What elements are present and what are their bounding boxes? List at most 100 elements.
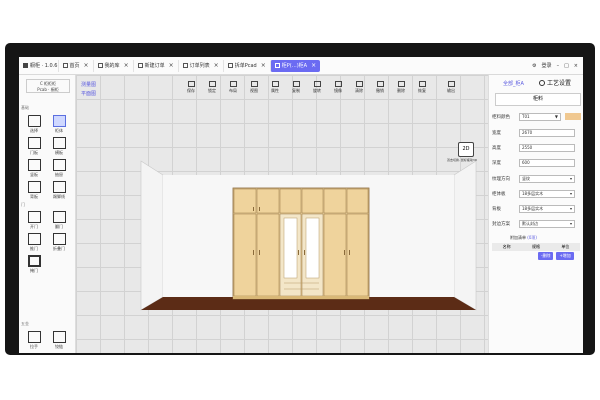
grain-select[interactable]: 竖纹 ▾: [519, 174, 575, 183]
cover-door-icon: [27, 255, 41, 267]
close-icon[interactable]: ×: [311, 62, 316, 69]
tool-vertical-board[interactable]: 竖板: [23, 159, 45, 178]
color-swatch[interactable]: [565, 113, 581, 120]
maximize-button[interactable]: □: [564, 63, 569, 69]
edge-select[interactable]: 默认封边 ▾: [519, 219, 575, 228]
toolbar-label: 属性: [271, 88, 279, 93]
close-icon[interactable]: ×: [84, 62, 89, 69]
toolbar-label: 撤销: [376, 88, 384, 93]
field-value: 18多层实木: [522, 190, 544, 196]
tab-home[interactable]: 首页 ×: [57, 59, 93, 72]
title-bar: 橱柜 · 1.0.6 首页 × 我的库 × 新建订单 × 订单列表 × 拆单Pcad × …: [19, 57, 583, 75]
gear-icon: [539, 79, 545, 86]
close-icon[interactable]: ×: [261, 62, 266, 69]
toolbar-export[interactable]: 输出: [444, 81, 458, 95]
tab-label: 我的库: [104, 63, 120, 69]
toolbar-mirror[interactable]: 镜像: [331, 81, 345, 95]
view-icon: [250, 81, 258, 87]
field-grain: 纹理方向 竖纹 ▾: [492, 174, 582, 183]
cursor-icon: [27, 115, 41, 127]
tool-cabinet[interactable]: 柜体: [48, 115, 70, 134]
tab-cabinet-design[interactable]: 柜P(…)柜A ×: [269, 59, 321, 72]
brand-logo: C 柜柜柜 Pcab · 橱柜: [26, 79, 70, 93]
tool-door-panel[interactable]: 门板: [23, 137, 45, 156]
field-label: 纹理方向: [492, 176, 510, 182]
tab-split-order[interactable]: 拆单Pcad ×: [222, 59, 270, 72]
open-door-icon: [27, 211, 41, 223]
add-row-button[interactable]: +增加: [556, 252, 574, 260]
horizontal-board-icon: [52, 137, 66, 149]
tab-label: 订单列表: [189, 63, 210, 69]
depth-input[interactable]: 600: [519, 158, 575, 167]
toolbar-label: 恢复: [418, 88, 426, 93]
material-button[interactable]: 柜料: [495, 93, 581, 106]
tool-label: 翻门: [55, 224, 63, 229]
tool-back-panel[interactable]: 背板: [23, 181, 45, 200]
toolbar-clear[interactable]: 清除: [352, 81, 366, 95]
tool-cover-door[interactable]: 掩门: [23, 255, 45, 274]
trash-icon: [397, 81, 405, 87]
toolbar-save[interactable]: 保存: [184, 81, 198, 95]
tool-select[interactable]: 选择: [23, 115, 45, 134]
toolbar-view[interactable]: 视图: [247, 81, 261, 95]
plan-view-link[interactable]: 平面图: [81, 90, 96, 99]
vertical-board-icon: [27, 159, 41, 171]
toolbar-rotate[interactable]: 旋转: [310, 81, 324, 95]
tool-sliding-door[interactable]: 推门: [23, 233, 45, 252]
kickboard-icon: [52, 181, 66, 193]
tool-flip-door[interactable]: 翻门: [48, 211, 70, 230]
field-label: 柜料颜色: [492, 114, 510, 120]
field-value: 默认封边: [522, 220, 538, 226]
tab-order-list[interactable]: 订单列表 ×: [177, 59, 223, 72]
remove-row-button[interactable]: -删除: [538, 252, 554, 260]
toolbar-copy[interactable]: 复制: [289, 81, 303, 95]
extra-table-header: 名称 规格 单位: [492, 243, 580, 251]
tab-new-order[interactable]: 新建订单 ×: [132, 59, 178, 72]
minimize-button[interactable]: –: [557, 63, 560, 69]
tool-label: 柜体: [55, 128, 63, 133]
back-board-select[interactable]: 18多层实木 ▾: [519, 204, 575, 213]
login-link[interactable]: 登录: [542, 62, 552, 69]
close-icon[interactable]: ×: [169, 62, 174, 69]
tab-label: 首页: [69, 63, 80, 69]
field-label: 宽度: [492, 130, 501, 136]
tool-folding-door[interactable]: 折叠门: [48, 233, 70, 252]
settings-icon[interactable]: ⚙: [532, 63, 536, 69]
logo-line2: Pcab · 橱柜: [37, 87, 59, 92]
clear-icon: [355, 81, 363, 87]
close-icon[interactable]: ×: [214, 62, 219, 69]
tool-label: 开门: [30, 224, 38, 229]
close-window-button[interactable]: ×: [574, 63, 578, 69]
tab-library[interactable]: 我的库 ×: [92, 59, 133, 72]
wardrobe-model[interactable]: [232, 187, 370, 300]
panel-breadcrumb[interactable]: 全部_柜A: [503, 80, 524, 87]
tool-kickboard[interactable]: 踢脚线: [48, 181, 70, 200]
measure-view-link[interactable]: 测量图: [81, 81, 96, 90]
color-select[interactable]: T01 ▼: [519, 112, 561, 121]
design-canvas[interactable]: [76, 75, 488, 353]
tool-horizontal-board[interactable]: 横板: [48, 137, 70, 156]
width-input[interactable]: 2670: [519, 128, 575, 137]
toolbar-redo[interactable]: 恢复: [415, 81, 429, 95]
tool-hinge[interactable]: 铰链: [48, 331, 70, 350]
toolbar-layout[interactable]: 布局: [226, 81, 240, 95]
view-toggle-2d[interactable]: 2D: [458, 142, 474, 157]
tool-drawer[interactable]: 抽屉: [48, 159, 70, 178]
room-scene: [140, 160, 477, 311]
toolbar-delete[interactable]: 删除: [394, 81, 408, 95]
section-basic: 基础: [21, 105, 29, 110]
layout-icon: [229, 81, 237, 87]
field-value: 竖纹: [522, 175, 530, 181]
toolbar-undo[interactable]: 撤销: [373, 81, 387, 95]
title-bar-right: ⚙ 登录 – □ ×: [532, 62, 583, 70]
toolbar-lock[interactable]: 锁定: [205, 81, 219, 95]
extra-list-link[interactable]: (0项): [527, 235, 537, 240]
tool-handle[interactable]: 拉手: [23, 331, 45, 350]
tool-open-door[interactable]: 开门: [23, 211, 45, 230]
height-input[interactable]: 2550: [519, 143, 575, 152]
tool-label: 踢脚线: [53, 194, 65, 199]
cabinet-board-select[interactable]: 18多层实木 ▾: [519, 189, 575, 198]
chevron-down-icon: ▾: [569, 221, 572, 226]
toolbar-properties[interactable]: 属性: [268, 81, 282, 95]
close-icon[interactable]: ×: [124, 62, 129, 69]
